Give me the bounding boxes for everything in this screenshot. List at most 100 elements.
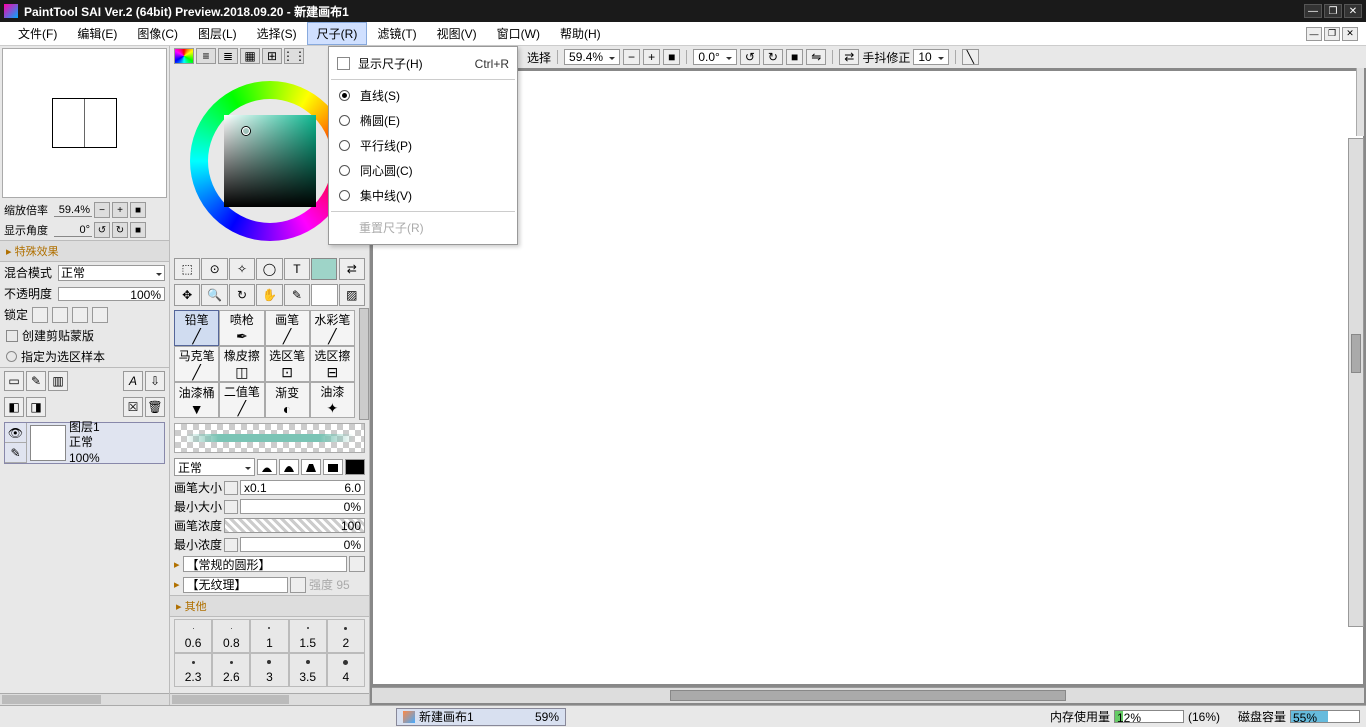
document-tab[interactable]: 新建画布1 59% <box>396 708 566 726</box>
canvas[interactable] <box>372 70 1364 685</box>
toolpanel-scrollbar[interactable] <box>170 693 369 705</box>
size-cell[interactable]: 4 <box>327 653 365 687</box>
size-cell[interactable]: 1 <box>250 619 288 653</box>
zoom-in-button[interactable]: + <box>112 202 128 218</box>
close-button[interactable]: ✕ <box>1344 4 1362 18</box>
brush-pencil[interactable]: 铅笔╱ <box>174 310 219 346</box>
edit-icon[interactable]: ✎ <box>5 443 26 463</box>
navigator[interactable] <box>2 48 167 198</box>
brush-airbrush[interactable]: 喷枪✒ <box>219 310 264 346</box>
size-link-icon[interactable] <box>224 481 238 495</box>
tb-zoom-fit[interactable]: ■ <box>663 49 680 65</box>
minimize-button[interactable]: — <box>1304 4 1322 18</box>
color-square[interactable] <box>224 115 316 207</box>
tip-soft[interactable] <box>257 459 277 475</box>
minsize-link-icon[interactable] <box>224 500 238 514</box>
zoom-reset-button[interactable]: ■ <box>130 202 146 218</box>
menu-window[interactable]: 窗口(W) <box>487 22 550 45</box>
lock-position[interactable] <box>72 307 88 323</box>
tool-lasso[interactable]: ⊙ <box>201 258 227 280</box>
shape-expand[interactable]: 【常规的圆形】 <box>170 554 369 574</box>
density-slider[interactable]: 100 <box>224 518 365 533</box>
color-scratchpad-tab[interactable]: ⋮⋮ <box>284 48 304 64</box>
maximize-button[interactable]: ❐ <box>1324 4 1342 18</box>
brush-paint[interactable]: 油漆✦ <box>310 382 355 418</box>
ruler-parallel-item[interactable]: 平行线(P) <box>329 133 517 158</box>
tool-shape[interactable]: ◯ <box>256 258 282 280</box>
brush-watercolor[interactable]: 水彩笔╱ <box>310 310 355 346</box>
tip-flat[interactable] <box>345 459 365 475</box>
delete-layer-button[interactable]: 🗑 <box>145 397 165 417</box>
tb-rot-cw[interactable]: ↻ <box>763 49 783 65</box>
tip-med2[interactable] <box>301 459 321 475</box>
lock-none[interactable] <box>32 307 48 323</box>
doc-maximize-button[interactable]: ❐ <box>1324 27 1340 41</box>
shape-opts[interactable] <box>349 556 365 572</box>
transparent-toggle[interactable]: ▨ <box>339 284 365 306</box>
doc-minimize-button[interactable]: — <box>1306 27 1322 41</box>
tb-zoom[interactable]: 59.4% <box>564 49 620 65</box>
brush-eraser[interactable]: 橡皮擦◫ <box>219 346 264 382</box>
tool-move[interactable]: ✥ <box>174 284 200 306</box>
zoom-value[interactable]: 59.4% <box>54 204 92 217</box>
size-cell[interactable]: 3.5 <box>289 653 327 687</box>
size-cell[interactable]: 1.5 <box>289 619 327 653</box>
ruler-line-item[interactable]: 直线(S) <box>329 83 517 108</box>
canvas-hscroll[interactable] <box>372 687 1364 703</box>
blend-mode-select[interactable]: 正常 <box>58 265 165 281</box>
doc-close-button[interactable]: ✕ <box>1342 27 1358 41</box>
tb-zoom-in[interactable]: + <box>643 49 660 65</box>
tip-hard[interactable] <box>323 459 343 475</box>
size-cell[interactable]: 0.6 <box>174 619 212 653</box>
ruler-ellipse-item[interactable]: 椭圆(E) <box>329 108 517 133</box>
menu-filter[interactable]: 滤镜(T) <box>367 22 426 45</box>
background-color[interactable] <box>311 284 337 306</box>
tool-hand[interactable]: ✋ <box>256 284 282 306</box>
menu-view[interactable]: 视图(V) <box>427 22 487 45</box>
new-set-button[interactable]: ▥ <box>48 371 68 391</box>
menu-image[interactable]: 图像(C) <box>127 22 188 45</box>
brush-binary[interactable]: 二值笔╱ <box>219 382 264 418</box>
tb-stab-val[interactable]: 10 <box>913 49 948 65</box>
ruler-concentric-item[interactable]: 同心圆(C) <box>329 158 517 183</box>
tool-text[interactable]: T <box>284 258 310 280</box>
brushsize-slider[interactable]: x0.16.0 <box>240 480 365 495</box>
visibility-icon[interactable]: 👁 <box>5 423 26 443</box>
tool-wand[interactable]: ✧ <box>229 258 255 280</box>
brush-bucket[interactable]: 油漆桶▼ <box>174 382 219 418</box>
tb-flip-h[interactable]: ⇄ <box>839 49 859 65</box>
size-cell[interactable]: 2.3 <box>174 653 212 687</box>
color-swatches-tab[interactable]: ⊞ <box>262 48 282 64</box>
menu-help[interactable]: 帮助(H) <box>550 22 611 45</box>
texture-opts[interactable] <box>290 577 306 593</box>
tool-sel-rect[interactable]: ⬚ <box>174 258 200 280</box>
menu-file[interactable]: 文件(F) <box>8 22 67 45</box>
opacity-slider[interactable]: 100% <box>58 287 165 301</box>
tip-med1[interactable] <box>279 459 299 475</box>
menu-ruler[interactable]: 尺子(R) <box>307 22 368 45</box>
color-mixer-tab[interactable]: ▦ <box>240 48 260 64</box>
color-wheel-tab[interactable] <box>174 48 194 64</box>
tb-line[interactable]: ╲ <box>962 49 979 65</box>
layer-item[interactable]: 👁✎ 图层1 正常 100% <box>4 422 165 464</box>
tb-rot-reset[interactable]: ■ <box>786 49 803 65</box>
color-rgb-tab[interactable]: ≡ <box>196 48 216 64</box>
selsrc-radio[interactable] <box>6 351 17 362</box>
lock-all[interactable] <box>92 307 108 323</box>
foreground-color[interactable] <box>311 258 337 280</box>
ruler-radial-item[interactable]: 集中线(V) <box>329 183 517 208</box>
leftpanel-scrollbar[interactable] <box>0 693 169 705</box>
texture-expand[interactable]: 【无纹理】强度 95 <box>170 574 369 595</box>
mask-button[interactable]: ◧ <box>4 397 24 417</box>
size-cell[interactable]: 0.8 <box>212 619 250 653</box>
new-layer-button[interactable]: ▭ <box>4 371 24 391</box>
canvas-vscroll[interactable] <box>1348 138 1364 627</box>
size-cell[interactable]: 2 <box>327 619 365 653</box>
lock-pixels[interactable] <box>52 307 68 323</box>
fx-header[interactable]: 特殊效果 <box>0 240 169 262</box>
tb-angle[interactable]: 0.0° <box>693 49 736 65</box>
tool-zoom[interactable]: 🔍 <box>201 284 227 306</box>
brush-gradient[interactable]: 渐变◐ <box>265 382 310 418</box>
tool-rotate[interactable]: ↻ <box>229 284 255 306</box>
tb-rot-ccw[interactable]: ↺ <box>740 49 760 65</box>
